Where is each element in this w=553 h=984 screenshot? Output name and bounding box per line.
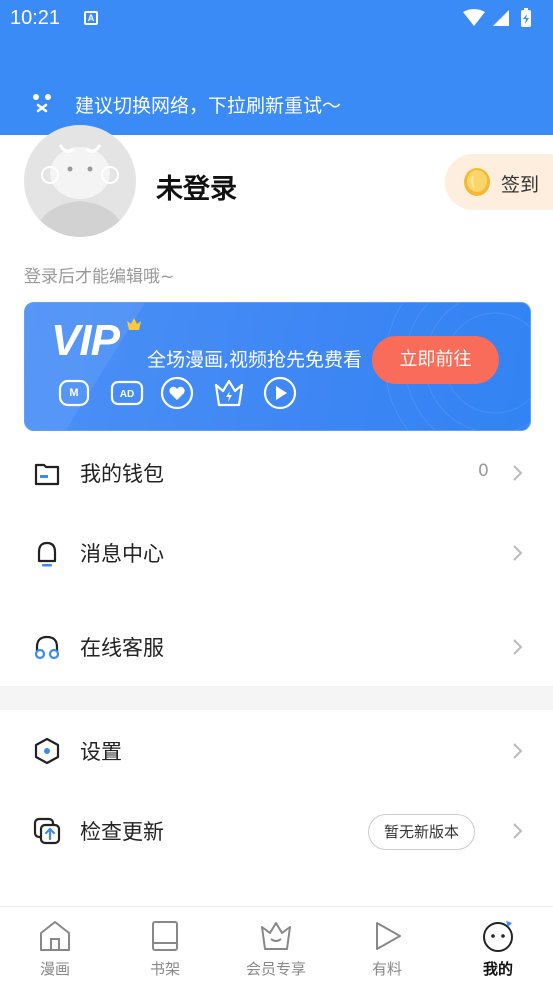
username[interactable]: 未登录 <box>156 167 237 206</box>
book-icon <box>152 921 178 951</box>
status-time: 10:21 <box>10 7 61 29</box>
nav-item-vip[interactable]: 会员专享 <box>221 907 331 984</box>
network-hint-text: 建议切换网络，下拉刷新重试～ <box>75 95 342 117</box>
nav-label-vip: 会员专享 <box>245 960 306 978</box>
manga-perk-icon: M <box>58 379 90 407</box>
bell-icon <box>37 541 57 567</box>
nav-label-mine: 我的 <box>482 960 513 978</box>
headset-icon <box>34 635 60 660</box>
nav-item-manga[interactable]: 漫画 <box>0 907 110 984</box>
vip-logo: VIP <box>51 316 120 365</box>
section-divider <box>0 686 553 710</box>
nav-item-bookshelf[interactable]: 书架 <box>110 907 220 984</box>
header-banner: 10:21 A 建议切换网络，下拉刷新重试～ <box>0 0 553 135</box>
vip-card[interactable]: VIP 全场漫画,视频抢先免费看 立即前往 M AD <box>24 302 531 431</box>
checkin-label: 签到 <box>501 174 540 196</box>
chevron-right-icon <box>513 639 523 655</box>
svg-text:M: M <box>69 387 78 399</box>
support-label: 在线客服 <box>80 636 164 660</box>
menu-row-messages[interactable]: 消息中心 <box>0 523 553 583</box>
avatar[interactable] <box>24 125 136 237</box>
play-icon <box>376 922 401 950</box>
nav-item-feed[interactable]: 有料 <box>332 907 442 984</box>
ad-free-perk-icon: AD <box>110 380 144 406</box>
nav-label-manga: 漫画 <box>39 960 70 978</box>
vip-crown-icon <box>127 318 141 330</box>
svg-text:AD: AD <box>120 389 134 400</box>
avatar-placeholder-icon <box>24 125 136 237</box>
wallet-count: 0 <box>478 461 489 481</box>
chevron-right-icon <box>513 823 523 839</box>
menu-row-wallet[interactable]: 我的钱包 0 <box>0 443 553 503</box>
vip-go-button[interactable]: 立即前往 <box>372 336 499 384</box>
status-indicators-icon <box>463 8 531 27</box>
messages-label: 消息中心 <box>80 542 164 566</box>
menu-row-settings[interactable]: 设置 <box>0 721 553 781</box>
network-error-icon <box>33 94 51 113</box>
vip-slogan: 全场漫画,视频抢先免费看 <box>147 349 363 371</box>
wallet-label: 我的钱包 <box>80 462 164 486</box>
menu-row-support[interactable]: 在线客服 <box>0 617 553 677</box>
wallet-icon <box>34 463 60 486</box>
crown-perk-icon <box>214 379 244 407</box>
notification-icon: A <box>84 11 98 25</box>
version-status-badge: 暂无新版本 <box>368 814 475 850</box>
chevron-right-icon <box>513 545 523 561</box>
checkin-button[interactable]: 签到 <box>445 154 553 210</box>
coin-icon <box>464 168 490 196</box>
settings-icon <box>34 737 60 765</box>
chevron-right-icon <box>513 465 523 481</box>
bottom-nav: 漫画 书架 会员专享 有料 我的 <box>0 906 553 984</box>
menu-row-update[interactable]: 检查更新 暂无新版本 <box>0 801 553 861</box>
home-icon <box>40 921 70 951</box>
nav-label-bookshelf: 书架 <box>149 960 180 978</box>
update-icon <box>33 817 61 845</box>
update-label: 检查更新 <box>80 820 164 844</box>
crown-icon <box>261 922 291 950</box>
chevron-right-icon <box>513 743 523 759</box>
settings-label: 设置 <box>80 740 122 764</box>
nav-label-feed: 有料 <box>371 960 402 978</box>
face-icon <box>483 921 513 952</box>
heart-perk-icon <box>160 376 194 410</box>
video-perk-icon <box>263 376 297 410</box>
login-hint: 登录后才能编辑哦~ <box>24 267 175 287</box>
nav-item-mine[interactable]: 我的 <box>443 907 553 984</box>
